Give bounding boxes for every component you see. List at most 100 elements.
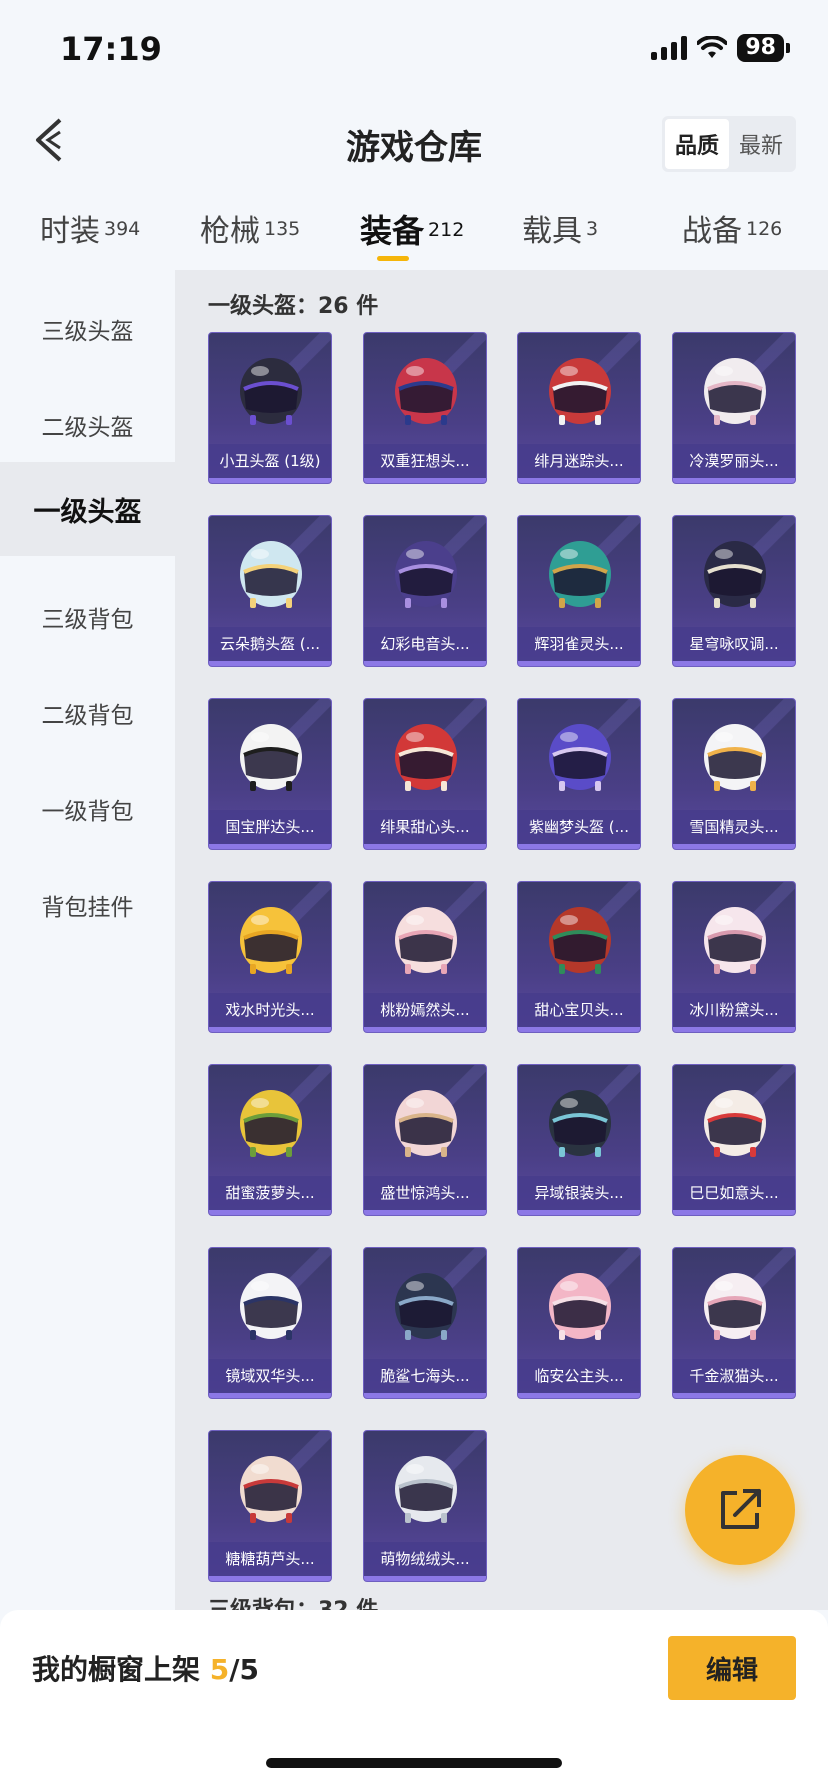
back-button[interactable]: [30, 116, 70, 164]
sidebar-item-backpack-lv2[interactable]: 二级背包: [0, 666, 175, 760]
helmet-icon: [549, 541, 611, 608]
helmet-item-card[interactable]: 紫幽梦头盔 (...: [517, 698, 641, 850]
item-name: 盛世惊鸿头...: [364, 1176, 486, 1210]
helmet-item-card[interactable]: 糖糖葫芦头...: [208, 1430, 332, 1582]
tab-label: 枪械: [200, 214, 260, 249]
item-name: 巳巳如意头...: [673, 1176, 795, 1210]
helmet-item-card[interactable]: 国宝胖达头...: [208, 698, 332, 850]
helmet-item-card[interactable]: 萌物绒绒头...: [363, 1430, 487, 1582]
sort-newest-button[interactable]: 最新: [729, 119, 793, 169]
helmet-icon: [704, 1090, 766, 1157]
helmet-icon: [240, 541, 302, 608]
sidebar: 三级头盔 二级头盔 一级头盔 三级背包 二级背包 一级背包 背包挂件: [0, 270, 175, 1610]
helmet-item-card[interactable]: 双重狂想头...: [363, 332, 487, 484]
item-grid-panel: 一级头盔：26 件 小丑头盔 (1级) 双重狂想头... 绯月迷踪头... 冷漠罗丽头…: [175, 270, 828, 1610]
helmet-icon: [240, 907, 302, 974]
helmet-icon: [240, 1090, 302, 1157]
item-name: 千金淑猫头...: [673, 1359, 795, 1393]
helmet-icon: [395, 724, 457, 791]
helmet-item-card[interactable]: 云朵鹅头盔 (...: [208, 515, 332, 667]
helmet-item-card[interactable]: 冰川粉黛头...: [672, 881, 796, 1033]
sidebar-item-helmet-lv3[interactable]: 三级头盔: [0, 282, 175, 376]
helmet-icon: [704, 907, 766, 974]
helmet-item-card[interactable]: 异域银装头...: [517, 1064, 641, 1216]
helmet-item-card[interactable]: 小丑头盔 (1级): [208, 332, 332, 484]
helmet-item-card[interactable]: 巳巳如意头...: [672, 1064, 796, 1216]
sidebar-item-helmet-lv2[interactable]: 二级头盔: [0, 378, 175, 472]
helmet-item-card[interactable]: 雪国精灵头...: [672, 698, 796, 850]
edit-button[interactable]: 编辑: [668, 1636, 796, 1700]
tab-count: 126: [746, 217, 783, 240]
helmet-item-card[interactable]: 镜域双华头...: [208, 1247, 332, 1399]
tab-supplies[interactable]: 战备 126: [682, 206, 782, 250]
share-button[interactable]: [685, 1455, 795, 1565]
status-time: 17:19: [60, 30, 162, 68]
helmet-icon: [704, 358, 766, 425]
helmet-item-card[interactable]: 桃粉嫣然头...: [363, 881, 487, 1033]
tab-count: 135: [264, 217, 301, 240]
helmet-icon: [704, 724, 766, 791]
item-name: 幻彩电音头...: [364, 627, 486, 661]
sidebar-item-backpack-charm[interactable]: 背包挂件: [0, 858, 175, 952]
tab-fashion[interactable]: 时装 394: [40, 206, 140, 250]
item-name: 桃粉嫣然头...: [364, 993, 486, 1027]
helmet-icon: [395, 1090, 457, 1157]
status-icons: 98: [651, 34, 790, 62]
header: 游戏仓库 品质 最新: [0, 100, 828, 180]
item-name: 甜心宝贝头...: [518, 993, 640, 1027]
helmet-icon: [549, 358, 611, 425]
item-name: 糖糖葫芦头...: [209, 1542, 331, 1576]
helmet-icon: [549, 1090, 611, 1157]
helmet-item-card[interactable]: 甜心宝贝头...: [517, 881, 641, 1033]
tab-label: 载具: [522, 214, 582, 249]
helmet-item-card[interactable]: 绯果甜心头...: [363, 698, 487, 850]
item-name: 绯月迷踪头...: [518, 444, 640, 478]
active-tab-indicator: [377, 256, 409, 261]
sidebar-item-helmet-lv1[interactable]: 一级头盔: [0, 462, 175, 556]
helmet-item-card[interactable]: 绯月迷踪头...: [517, 332, 641, 484]
category-tabs: 时装 394 枪械 135 装备 212 载具 3 战备 126: [0, 200, 828, 270]
helmet-icon: [549, 1273, 611, 1340]
item-name: 云朵鹅头盔 (...: [209, 627, 331, 661]
item-name: 星穹咏叹调...: [673, 627, 795, 661]
section-title: 一级头盔：26 件: [208, 294, 379, 319]
tab-count: 394: [104, 217, 141, 240]
sort-toggle: 品质 最新: [661, 116, 796, 172]
helmet-item-card[interactable]: 甜蜜菠萝头...: [208, 1064, 332, 1216]
item-name: 异域银装头...: [518, 1176, 640, 1210]
helmet-item-card[interactable]: 冷漠罗丽头...: [672, 332, 796, 484]
tab-vehicles[interactable]: 载具 3: [522, 206, 598, 250]
helmet-item-card[interactable]: 千金淑猫头...: [672, 1247, 796, 1399]
sidebar-item-backpack-lv3[interactable]: 三级背包: [0, 570, 175, 664]
item-name: 甜蜜菠萝头...: [209, 1176, 331, 1210]
helmet-icon: [395, 1456, 457, 1523]
battery-tip: [786, 43, 790, 53]
helmet-icon: [549, 907, 611, 974]
item-name: 紫幽梦头盔 (...: [518, 810, 640, 844]
showcase-status: 我的橱窗上架 5/5: [32, 1648, 259, 1688]
wifi-icon: [697, 36, 728, 58]
helmet-icon: [240, 1273, 302, 1340]
helmet-item-card[interactable]: 盛世惊鸿头...: [363, 1064, 487, 1216]
helmet-icon: [240, 358, 302, 425]
chevron-left-icon: [36, 118, 62, 162]
helmet-item-card[interactable]: 星穹咏叹调...: [672, 515, 796, 667]
helmet-icon: [240, 724, 302, 791]
helmet-item-card[interactable]: 临安公主头...: [517, 1247, 641, 1399]
helmet-item-card[interactable]: 脆鲨七海头...: [363, 1247, 487, 1399]
helmet-item-card[interactable]: 辉羽雀灵头...: [517, 515, 641, 667]
helmet-icon: [395, 1273, 457, 1340]
tab-guns[interactable]: 枪械 135: [200, 206, 300, 250]
sort-quality-button[interactable]: 品质: [664, 119, 729, 169]
helmet-item-card[interactable]: 幻彩电音头...: [363, 515, 487, 667]
showcase-total-count: /5: [229, 1653, 259, 1686]
item-name: 国宝胖达头...: [209, 810, 331, 844]
sidebar-item-backpack-lv1[interactable]: 一级背包: [0, 762, 175, 856]
helmet-item-card[interactable]: 戏水时光头...: [208, 881, 332, 1033]
tab-label: 装备: [360, 212, 425, 250]
tab-count: 212: [428, 218, 465, 241]
helmet-icon: [704, 1273, 766, 1340]
tab-equipment[interactable]: 装备 212: [360, 206, 464, 252]
tab-label: 时装: [40, 214, 100, 249]
helmet-icon: [395, 907, 457, 974]
